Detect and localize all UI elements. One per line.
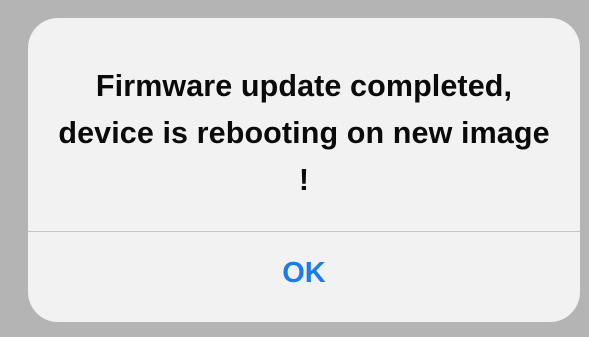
- firmware-update-alert-dialog: Firmware update completed, device is reb…: [28, 18, 580, 322]
- alert-message: Firmware update completed, device is reb…: [58, 69, 550, 197]
- alert-body: Firmware update completed, device is reb…: [28, 18, 580, 231]
- ok-button-label: OK: [282, 256, 326, 289]
- ok-button[interactable]: OK: [28, 232, 580, 322]
